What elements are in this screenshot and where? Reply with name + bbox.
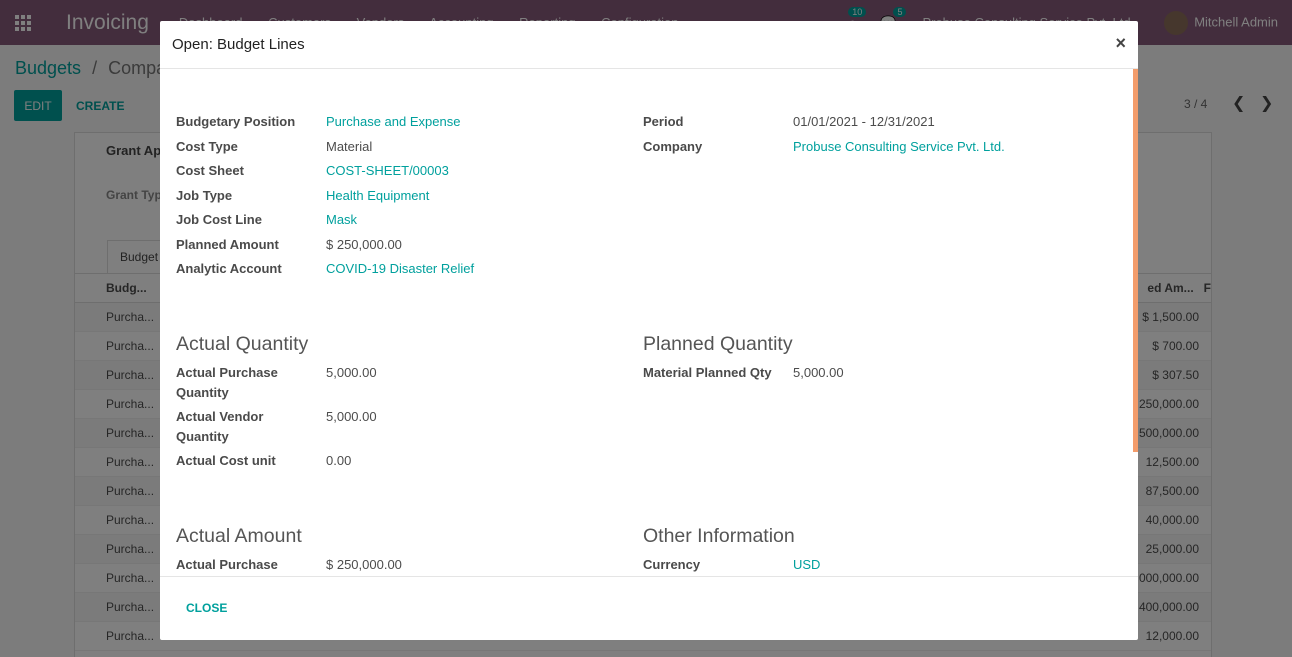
close-icon[interactable]: × — [1115, 33, 1126, 54]
close-button[interactable]: CLOSE — [186, 601, 227, 615]
dialog-title: Open: Budget Lines — [172, 36, 305, 53]
actual-purchase-value: $ 250,000.00 — [326, 557, 402, 572]
planned-quantity-title: Planned Quantity — [643, 333, 793, 355]
field-label: Period — [643, 114, 684, 129]
actual-vendor-quantity-value: 5,000.00 — [326, 409, 377, 424]
planned-amount-value: $ 250,000.00 — [326, 237, 402, 252]
actual-quantity-title: Actual Quantity — [176, 333, 309, 355]
field-label: Actual Vendor Quantity — [176, 409, 264, 444]
job-type-link[interactable]: Health Equipment — [326, 186, 429, 206]
field-label: Actual Purchase Quantity — [176, 365, 278, 400]
cost-type-value: Material — [326, 139, 373, 154]
actual-amount-title: Actual Amount — [176, 525, 302, 547]
company-link[interactable]: Probuse Consulting Service Pvt. Ltd. — [793, 137, 1005, 157]
budget-line-dialog: Open: Budget Lines × Budgetary Position … — [160, 21, 1138, 640]
budgetary-position-link[interactable]: Purchase and Expense — [326, 112, 460, 132]
actual-cost-unit-value: 0.00 — [326, 453, 352, 468]
dialog-header: Open: Budget Lines — [160, 21, 1138, 69]
field-label: Material Planned Qty — [643, 365, 772, 380]
field-label: Company — [643, 139, 703, 154]
cost-sheet-link[interactable]: COST-SHEET/00003 — [326, 161, 449, 181]
scrollbar[interactable] — [1133, 69, 1138, 452]
other-information-title: Other Information — [643, 525, 795, 547]
field-label: Actual Cost unit — [176, 453, 276, 468]
field-label: Budgetary Position — [176, 114, 296, 129]
dialog-footer: CLOSE — [160, 576, 1138, 640]
field-label: Planned Amount — [176, 237, 279, 252]
dialog-body: Budgetary Position Purchase and Expense … — [160, 69, 1138, 576]
field-label: Job Cost Line — [176, 212, 262, 227]
actual-purchase-quantity-value: 5,000.00 — [326, 365, 377, 380]
material-planned-qty-value: 5,000.00 — [793, 365, 844, 380]
currency-link[interactable]: USD — [793, 555, 820, 575]
field-label: Cost Sheet — [176, 163, 244, 178]
field-label: Analytic Account — [176, 261, 282, 276]
job-cost-line-link[interactable]: Mask — [326, 210, 357, 230]
field-label: Currency — [643, 557, 701, 572]
period-value: 01/01/2021 - 12/31/2021 — [793, 114, 935, 129]
field-label: Job Type — [176, 188, 233, 203]
analytic-account-link[interactable]: COVID-19 Disaster Relief — [326, 259, 474, 279]
field-label: Actual Purchase — [176, 557, 278, 572]
field-label: Cost Type — [176, 139, 238, 154]
